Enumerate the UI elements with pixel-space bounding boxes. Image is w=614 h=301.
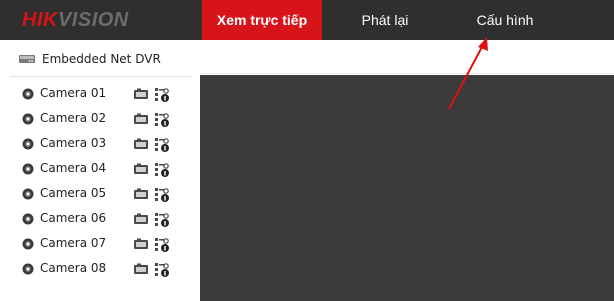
ptz-icon[interactable] bbox=[154, 162, 170, 178]
camera-label: Camera 04 bbox=[40, 161, 107, 175]
live-video-area[interactable] bbox=[200, 75, 614, 301]
tab-configuration[interactable]: Cấu hình bbox=[460, 0, 550, 40]
camera-label: Camera 01 bbox=[40, 86, 107, 100]
device-name: Embedded Net DVR bbox=[42, 52, 161, 66]
record-icon[interactable] bbox=[133, 213, 149, 225]
record-icon[interactable] bbox=[133, 113, 149, 125]
camera-label: Camera 05 bbox=[40, 186, 107, 200]
camera-label: Camera 06 bbox=[40, 211, 107, 225]
device-tree-root[interactable]: Embedded Net DVR bbox=[0, 40, 200, 74]
dvr-icon bbox=[19, 55, 35, 63]
tab-playback[interactable]: Phát lại bbox=[345, 0, 425, 40]
record-icon[interactable] bbox=[133, 138, 149, 150]
camera-icon bbox=[22, 113, 34, 125]
camera-item[interactable]: Camera 02 bbox=[0, 107, 200, 132]
camera-item[interactable]: Camera 01 bbox=[0, 82, 200, 107]
ptz-icon[interactable] bbox=[154, 137, 170, 153]
record-icon[interactable] bbox=[133, 88, 149, 100]
camera-icon bbox=[22, 88, 34, 100]
camera-icon bbox=[22, 163, 34, 175]
ptz-icon[interactable] bbox=[154, 87, 170, 103]
hikvision-logo: HIKVISION bbox=[22, 9, 129, 31]
camera-item[interactable]: Camera 08 bbox=[0, 257, 200, 282]
sidebar-divider bbox=[10, 76, 192, 77]
ptz-icon[interactable] bbox=[154, 187, 170, 203]
ptz-icon[interactable] bbox=[154, 212, 170, 228]
ptz-icon[interactable] bbox=[154, 237, 170, 253]
record-icon[interactable] bbox=[133, 238, 149, 250]
camera-item[interactable]: Camera 04 bbox=[0, 157, 200, 182]
camera-item[interactable]: Camera 06 bbox=[0, 207, 200, 232]
camera-icon bbox=[22, 213, 34, 225]
camera-label: Camera 07 bbox=[40, 236, 107, 250]
camera-icon bbox=[22, 238, 34, 250]
camera-icon bbox=[22, 138, 34, 150]
tab-live-view[interactable]: Xem trực tiếp bbox=[202, 0, 322, 40]
toolbar-strip bbox=[200, 40, 614, 74]
camera-item[interactable]: Camera 07 bbox=[0, 232, 200, 257]
ptz-icon[interactable] bbox=[154, 262, 170, 278]
camera-item[interactable]: Camera 03 bbox=[0, 132, 200, 157]
ptz-icon[interactable] bbox=[154, 112, 170, 128]
camera-label: Camera 02 bbox=[40, 111, 107, 125]
top-nav-bar: HIKVISION Xem trực tiếp Phát lại Cấu hìn… bbox=[0, 0, 614, 40]
record-icon[interactable] bbox=[133, 188, 149, 200]
camera-item[interactable]: Camera 05 bbox=[0, 182, 200, 207]
record-icon[interactable] bbox=[133, 263, 149, 275]
record-icon[interactable] bbox=[133, 163, 149, 175]
camera-icon bbox=[22, 263, 34, 275]
camera-sidebar: Embedded Net DVR Camera 01 Camera 02 Camer… bbox=[0, 40, 200, 301]
camera-label: Camera 08 bbox=[40, 261, 107, 275]
camera-label: Camera 03 bbox=[40, 136, 107, 150]
camera-icon bbox=[22, 188, 34, 200]
